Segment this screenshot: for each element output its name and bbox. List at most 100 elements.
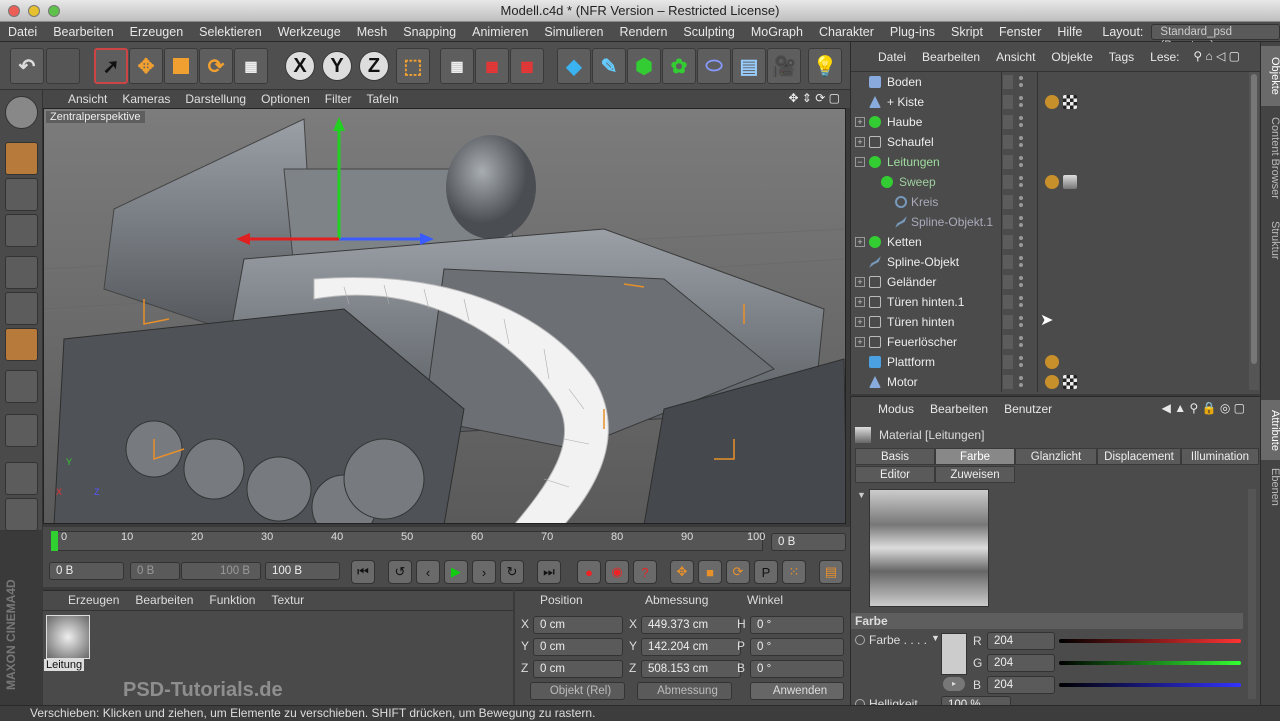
visibility-dots-icon[interactable]	[1019, 296, 1023, 308]
tab-glanzlicht[interactable]: Glanzlicht	[1015, 448, 1097, 465]
object-row[interactable]: + Schaufel	[851, 132, 1249, 152]
keyframe-selection-button[interactable]: ?	[633, 560, 657, 584]
select-tool-button[interactable]: ➚	[94, 48, 128, 84]
coordinate-system-button[interactable]: ⬚	[396, 48, 430, 84]
playhead[interactable]	[51, 531, 58, 551]
attribute-nav-icons[interactable]: ◀ ▲ ⚲ 🔒 ◎ ▢	[1162, 401, 1245, 415]
texture-tag-icon[interactable]	[1063, 95, 1077, 109]
tab-ebenen[interactable]: Ebenen	[1261, 462, 1280, 512]
polygons-mode-button[interactable]	[5, 328, 38, 361]
object-row[interactable]: + Türen hinten.1	[851, 292, 1249, 312]
render-picture-viewer-button[interactable]: ▦	[475, 48, 509, 84]
tab-basis[interactable]: Basis	[855, 448, 935, 465]
texture-mode-button[interactable]	[5, 178, 38, 211]
texture-tag-icon[interactable]	[1063, 375, 1077, 389]
object-row[interactable]: Spline-Objekt	[851, 252, 1249, 272]
g-slider[interactable]	[1059, 661, 1241, 665]
model-mode-button[interactable]	[5, 142, 38, 175]
phong-tag-icon[interactable]	[1045, 375, 1059, 389]
menu-selektieren[interactable]: Selektieren	[191, 25, 270, 39]
tab-attribute[interactable]: Attribute	[1261, 400, 1280, 460]
workplane-settings-button[interactable]	[5, 498, 38, 531]
material-menu-textur[interactable]: Textur	[271, 593, 304, 610]
size-x-field[interactable]: 449.373 cm	[641, 616, 741, 634]
viewport-menu-darstellung[interactable]: Darstellung	[185, 92, 246, 106]
recent-tools-button[interactable]: ▦	[234, 48, 268, 84]
menu-charakter[interactable]: Charakter	[811, 25, 882, 39]
visibility-dots-icon[interactable]	[1019, 216, 1023, 228]
material-preview[interactable]	[869, 489, 989, 607]
menu-snapping[interactable]: Snapping	[395, 25, 464, 39]
menu-werkzeuge[interactable]: Werkzeuge	[270, 25, 349, 39]
undo-button[interactable]: ↶	[10, 48, 44, 84]
material-swatch[interactable]	[46, 615, 90, 659]
menu-datei[interactable]: Datei	[0, 25, 45, 39]
scene-floor-button[interactable]: ▤	[732, 48, 766, 84]
viewport-menu-ansicht[interactable]: Ansicht	[68, 92, 107, 106]
record-scale-button[interactable]: ■	[698, 560, 722, 584]
scale-tool-button[interactable]	[164, 48, 198, 84]
next-key-button[interactable]: ↻	[500, 560, 524, 584]
viewport-navigation-icons[interactable]: ✥ ⇕ ⟳ ▢	[788, 91, 840, 105]
prev-key-button[interactable]: ↺	[388, 560, 412, 584]
expand-icon[interactable]: +	[855, 297, 865, 307]
expand-icon[interactable]: +	[855, 117, 865, 127]
visibility-dots-icon[interactable]	[1019, 156, 1023, 168]
play-button[interactable]: ▶	[444, 560, 468, 584]
object-row[interactable]: + Haube	[851, 112, 1249, 132]
zoom-window-button[interactable]	[48, 5, 60, 17]
attr-menu-benutzer[interactable]: Benutzer	[1004, 402, 1052, 416]
prev-frame-button[interactable]: ‹	[416, 560, 440, 584]
light-button[interactable]: 💡	[808, 48, 842, 84]
visibility-dots-icon[interactable]	[1019, 176, 1023, 188]
material-tag-icon[interactable]	[1063, 175, 1077, 189]
objects-menu-tags[interactable]: Tags	[1109, 50, 1134, 64]
visibility-dots-icon[interactable]	[1019, 316, 1023, 328]
go-to-end-button[interactable]: ⏭	[537, 560, 561, 584]
tab-objekte[interactable]: Objekte	[1261, 46, 1280, 106]
tab-zuweisen[interactable]: Zuweisen	[935, 466, 1015, 483]
menu-hilfe[interactable]: Hilfe	[1049, 25, 1090, 39]
nurbs-button[interactable]: ⬢	[627, 48, 661, 84]
phong-tag-icon[interactable]	[1045, 175, 1059, 189]
collapse-icon[interactable]: −	[855, 157, 865, 167]
record-position-button[interactable]: ✥	[670, 560, 694, 584]
move-tool-button[interactable]: ✥	[129, 48, 163, 84]
menu-animieren[interactable]: Animieren	[464, 25, 536, 39]
record-parameter-button[interactable]: P	[754, 560, 778, 584]
visibility-dots-icon[interactable]	[1019, 116, 1023, 128]
coordinate-mode-select[interactable]: Objekt (Rel)	[530, 682, 625, 700]
visibility-dots-icon[interactable]	[1019, 236, 1023, 248]
timeline-ruler[interactable]: 0 10 20 30 40 50 60 70 80 90 100 0 B	[43, 527, 850, 557]
material-menu-funktion[interactable]: Funktion	[209, 593, 255, 610]
object-row[interactable]: Plattform	[851, 352, 1249, 372]
axis-mode-button[interactable]	[5, 370, 38, 403]
autokey-button[interactable]: ◉	[605, 560, 629, 584]
menu-erzeugen[interactable]: Erzeugen	[122, 25, 192, 39]
g-value-field[interactable]: 204	[987, 654, 1055, 672]
tab-farbe[interactable]: Farbe	[935, 448, 1015, 465]
x-axis-lock-button[interactable]: X	[285, 51, 315, 81]
points-mode-button[interactable]	[5, 256, 38, 289]
snap-button[interactable]	[5, 414, 38, 447]
pos-z-field[interactable]: 0 cm	[533, 660, 623, 678]
menu-mesh[interactable]: Mesh	[349, 25, 396, 39]
render-settings-button[interactable]: ▦	[510, 48, 544, 84]
rot-h-field[interactable]: 0 °	[750, 616, 844, 634]
object-row[interactable]: + Kiste	[851, 92, 1249, 112]
close-window-button[interactable]	[8, 5, 20, 17]
rotate-tool-button[interactable]: ⟳	[199, 48, 233, 84]
expand-icon[interactable]: +	[855, 337, 865, 347]
deformer-button[interactable]: ⬭	[697, 48, 731, 84]
animate-radio[interactable]	[855, 635, 865, 645]
phong-tag-icon[interactable]	[1045, 95, 1059, 109]
viewport-menu-optionen[interactable]: Optionen	[261, 92, 310, 106]
r-value-field[interactable]: 204	[987, 632, 1055, 650]
pos-y-field[interactable]: 0 cm	[533, 638, 623, 656]
object-row[interactable]: Spline-Objekt.1	[851, 212, 1249, 232]
objects-menu-bearbeiten[interactable]: Bearbeiten	[922, 50, 980, 64]
record-pla-button[interactable]: ⁙	[782, 560, 806, 584]
collapse-triangle-icon[interactable]: ▼	[857, 490, 866, 500]
z-axis-lock-button[interactable]: Z	[359, 51, 389, 81]
color-swatch[interactable]	[941, 633, 967, 675]
